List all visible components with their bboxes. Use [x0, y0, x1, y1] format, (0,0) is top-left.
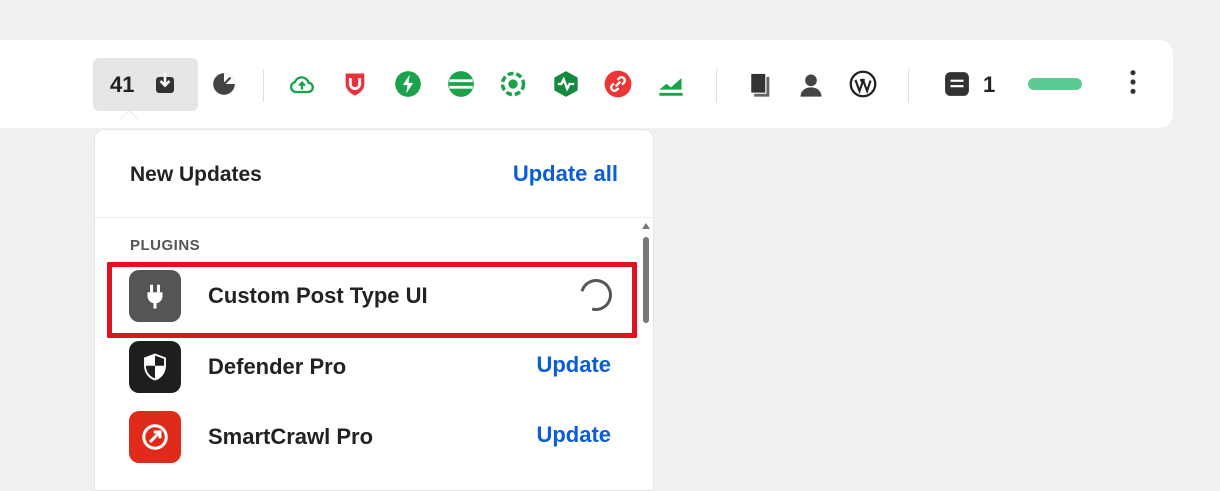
- shield-u-icon[interactable]: [341, 70, 369, 98]
- toolbar-separator: [908, 69, 909, 102]
- plugin-row-defender-pro[interactable]: Defender Pro Update: [117, 337, 631, 397]
- status-indicator: [1028, 78, 1082, 90]
- gear-target-icon[interactable]: [499, 70, 527, 98]
- pulse-hex-icon[interactable]: [552, 70, 580, 98]
- update-all-link[interactable]: Update all: [513, 161, 618, 187]
- link-icon[interactable]: [604, 70, 632, 98]
- comments-icon[interactable]: [944, 71, 970, 97]
- updates-count: 41: [110, 72, 135, 97]
- divider: [95, 217, 653, 218]
- panel-title: New Updates: [130, 163, 262, 186]
- toolbar-separator: [263, 69, 264, 102]
- bolt-icon[interactable]: [394, 70, 422, 98]
- cloud-upload-icon[interactable]: [288, 71, 316, 99]
- scrollbar[interactable]: [641, 223, 651, 483]
- highlight-box: [107, 262, 637, 338]
- section-label-plugins: PLUGINS: [130, 237, 201, 254]
- chart-up-icon[interactable]: [657, 71, 685, 99]
- toolbar-separator: [716, 69, 717, 102]
- top-toolbar: 41 1: [0, 40, 1173, 128]
- pages-icon[interactable]: [746, 71, 774, 99]
- scrollbar-thumb[interactable]: [643, 237, 649, 323]
- update-button[interactable]: Update: [536, 352, 611, 378]
- wordpress-icon[interactable]: [849, 70, 877, 98]
- plugin-name: Defender Pro: [208, 354, 347, 379]
- shield-icon: [129, 341, 181, 393]
- updates-button[interactable]: 41: [93, 58, 198, 111]
- plugin-name: SmartCrawl Pro: [208, 424, 374, 449]
- smartcrawl-icon: [129, 411, 181, 463]
- download-icon: [153, 72, 177, 96]
- plugin-row-smartcrawl-pro[interactable]: SmartCrawl Pro Update: [117, 407, 631, 467]
- user-icon[interactable]: [797, 71, 825, 99]
- update-button[interactable]: Update: [536, 422, 611, 448]
- comments-count[interactable]: 1: [983, 72, 995, 98]
- dropdown-caret: [120, 111, 138, 120]
- stack-icon[interactable]: [447, 70, 475, 98]
- scroll-up-arrow-icon[interactable]: [642, 223, 650, 229]
- analytics-icon[interactable]: [211, 71, 237, 97]
- more-vertical-icon[interactable]: [1119, 68, 1147, 96]
